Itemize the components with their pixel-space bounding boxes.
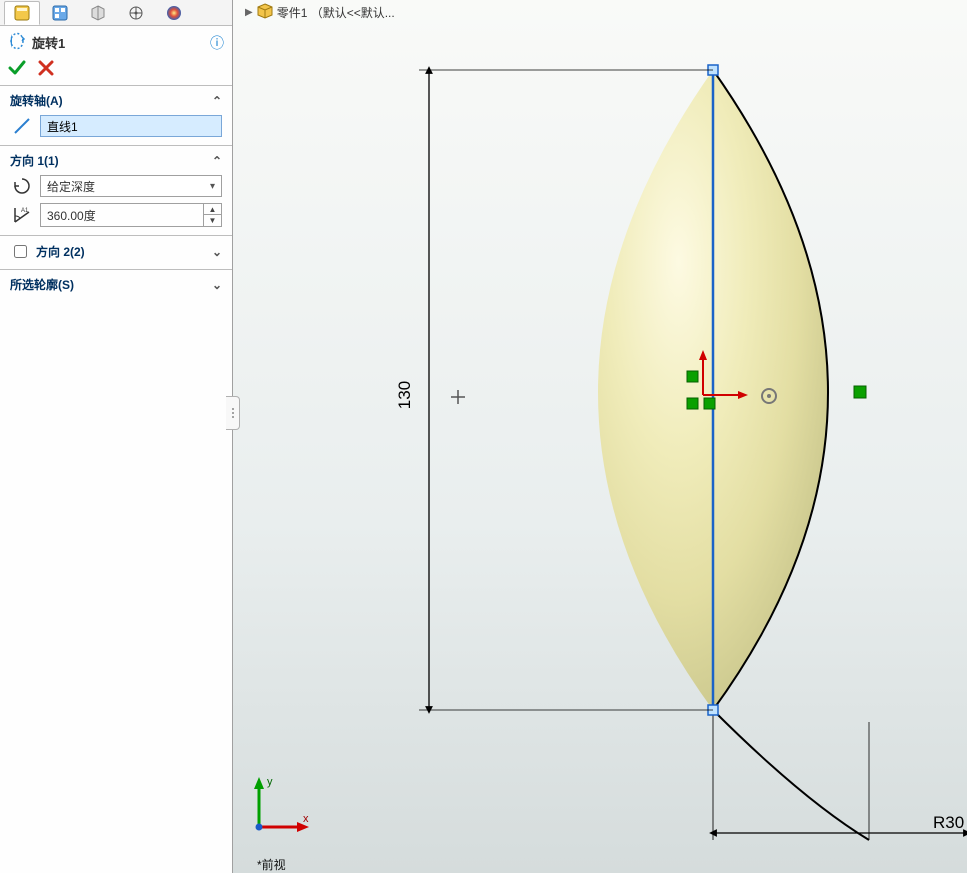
panel-splitter-handle[interactable] (226, 396, 240, 430)
revolve-icon (8, 32, 26, 53)
origin-cross-marker (451, 390, 465, 404)
sidebar-tabs (0, 0, 232, 26)
section-dir1-title: 方向 1(1) (10, 152, 59, 169)
feature-title: 旋转1 (32, 33, 204, 52)
axis-input[interactable] (40, 115, 222, 137)
dimension-radius-value: R30 (933, 813, 964, 832)
tab-config-manager[interactable] (80, 1, 116, 25)
svg-text:A1: A1 (21, 208, 29, 214)
angle-icon[interactable]: A1 (10, 206, 34, 224)
chevron-down-icon: ⌄ (212, 245, 222, 259)
dir2-label: 方向 2(2) (36, 243, 85, 260)
graphics-viewport[interactable]: ▶ 零件1 （默认<<默认... (233, 0, 967, 873)
reverse-direction-icon[interactable] (10, 177, 34, 195)
dimension-radius[interactable]: R30 (713, 722, 967, 840)
spinner-up[interactable]: ▲ (204, 204, 221, 215)
triad-x-label: x (303, 813, 309, 825)
chevron-up-icon: ⌃ (212, 154, 222, 168)
spinner-down[interactable]: ▼ (204, 215, 221, 226)
relation-glyph[interactable] (854, 386, 866, 398)
section-axis-header[interactable]: 旋转轴(A) ⌃ (10, 92, 222, 109)
end-condition-select[interactable]: 给定深度 ▾ (40, 175, 222, 197)
revolved-body (598, 70, 869, 840)
tab-property-manager[interactable] (42, 1, 78, 25)
triad-y-label: y (267, 776, 273, 788)
section-dir2-header[interactable]: 方向 2(2) ⌄ (10, 242, 222, 261)
relation-glyph[interactable] (687, 398, 698, 409)
angle-value: 360.00度 (41, 207, 203, 224)
tab-feature-manager[interactable] (4, 1, 40, 25)
chevron-down-icon: ▾ (210, 181, 215, 192)
section-dir1-header[interactable]: 方向 1(1) ⌃ (10, 152, 222, 169)
chevron-up-icon: ⌃ (212, 94, 222, 108)
tab-dimxpert[interactable] (118, 1, 154, 25)
section-contour-title: 所选轮廓(S) (10, 276, 74, 293)
dir2-checkbox[interactable] (14, 245, 27, 258)
chevron-down-icon: ⌄ (212, 278, 222, 292)
dimension-vertical-value: 130 (395, 381, 414, 409)
tab-display-manager[interactable] (156, 1, 192, 25)
section-contour-header[interactable]: 所选轮廓(S) ⌄ (10, 276, 222, 293)
help-icon[interactable]: ⓘ (210, 33, 224, 53)
view-triad[interactable]: y x (247, 769, 317, 839)
angle-spinner[interactable]: 360.00度 ▲▼ (40, 203, 222, 227)
ok-button[interactable] (8, 59, 26, 77)
relation-glyph[interactable] (704, 398, 715, 409)
end-condition-value: 给定深度 (47, 178, 95, 195)
property-manager-panel: 旋转1 ⓘ 旋转轴(A) ⌃ 方向 1(1) ⌃ (0, 0, 233, 873)
view-orientation-label: *前视 (257, 856, 286, 873)
axis-line-icon[interactable] (10, 117, 34, 135)
section-axis-title: 旋转轴(A) (10, 92, 63, 109)
relation-glyph[interactable] (687, 371, 698, 382)
cancel-button[interactable] (38, 60, 54, 76)
viewport-svg: 130 R30 (233, 0, 967, 873)
